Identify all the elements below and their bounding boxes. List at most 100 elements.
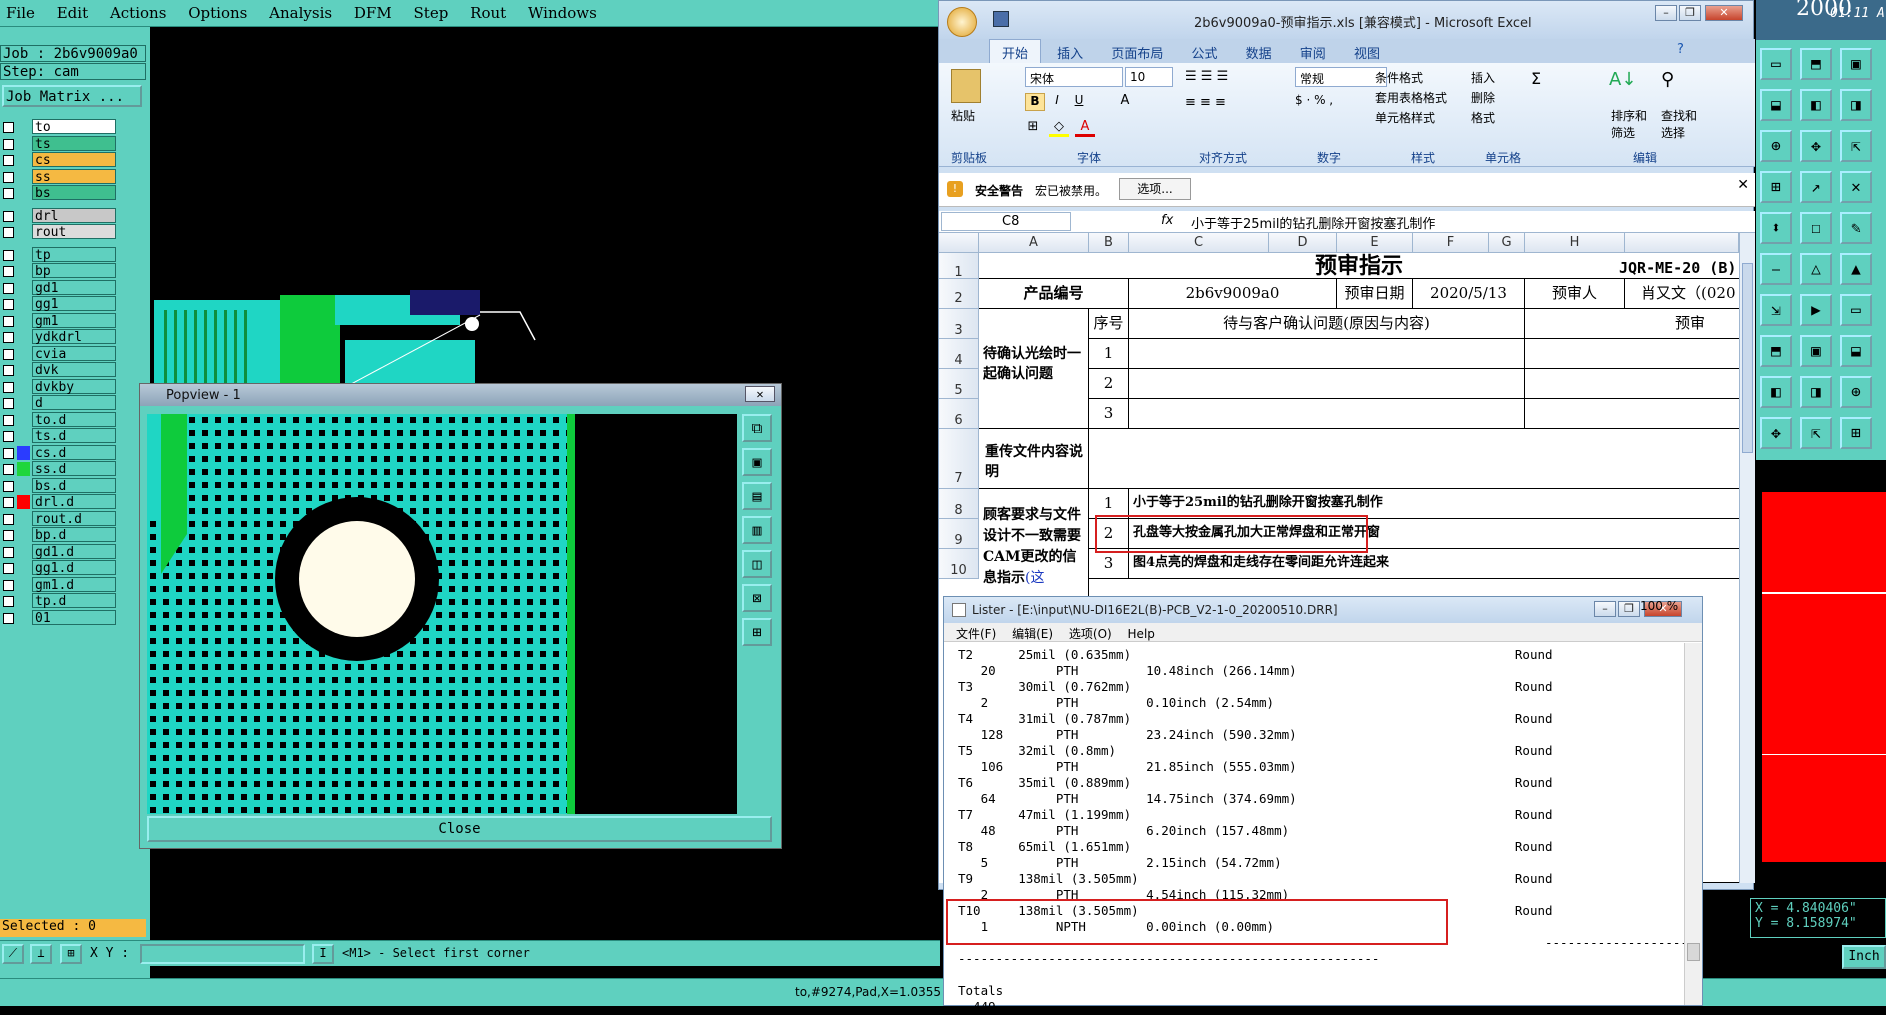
row-header[interactable]: 5 [939, 369, 979, 399]
layer-name[interactable]: rout [32, 224, 116, 240]
popview-tool-5-icon[interactable]: ◫ [742, 550, 772, 578]
layer-row[interactable]: ts [0, 135, 120, 152]
layer-checkbox[interactable] [3, 332, 14, 343]
layer-name[interactable]: dvkby [32, 378, 116, 395]
insert-cells-button[interactable]: 插入 [1471, 69, 1495, 86]
menu-rout[interactable]: Rout [464, 0, 514, 22]
underline-icon[interactable]: U [1069, 93, 1089, 111]
layer-row[interactable]: drl.d [0, 494, 120, 510]
row-header[interactable]: 1 [939, 253, 979, 280]
menu-file[interactable]: File [0, 0, 43, 22]
layer-row[interactable]: gd1 [0, 279, 120, 296]
cell-style-button[interactable]: 单元格样式 [1375, 109, 1435, 126]
popview-tool-3-icon[interactable]: ▤ [742, 482, 772, 510]
layer-row[interactable]: gm1 [0, 312, 120, 329]
layer-row[interactable]: gm1.d [0, 576, 120, 593]
tool-12-icon[interactable]: ✕ [1840, 171, 1872, 203]
reupload-label[interactable]: 重传文件内容说明 [979, 429, 1089, 489]
layer-name[interactable]: rout.d [32, 510, 116, 527]
lister-text[interactable]: T2 25mil (0.635mm) Round 20 PTH 10.48inc… [958, 647, 1688, 1014]
cursor-icon[interactable]: I [312, 944, 334, 964]
tab-data[interactable]: 数据 [1234, 40, 1284, 65]
review-cell[interactable] [1525, 369, 1739, 399]
layer-row[interactable]: to.d [0, 411, 120, 428]
format-cells-button[interactable]: 格式 [1471, 109, 1495, 126]
layer-checkbox[interactable] [3, 188, 14, 199]
review-header[interactable]: 预审 [1525, 309, 1739, 339]
number-format-select[interactable]: 常规 [1295, 67, 1387, 87]
col-header[interactable]: C [1129, 233, 1269, 253]
layer-name[interactable]: ts.d [32, 428, 116, 444]
lister-menu-file[interactable]: 文件(F) [956, 627, 996, 641]
cam-no-3[interactable]: 3 [1089, 549, 1129, 579]
font-size-select[interactable]: 10 [1125, 67, 1173, 87]
popview-tool-7-icon[interactable]: ⊞ [742, 618, 772, 646]
layer-row[interactable]: ss [0, 168, 120, 185]
tool-27-icon[interactable]: ⊕ [1840, 376, 1872, 408]
excel-minimize-icon[interactable]: – [1655, 5, 1677, 21]
menu-actions[interactable]: Actions [104, 0, 174, 22]
layer-name[interactable]: drl [32, 207, 116, 224]
lister-menu-help[interactable]: Help [1128, 627, 1155, 641]
layer-row[interactable]: bs.d [0, 477, 120, 494]
layer-name[interactable]: gm1.d [32, 576, 116, 593]
tool-13-icon[interactable]: ⬍ [1760, 212, 1792, 244]
save-icon[interactable] [993, 11, 1009, 27]
lister-titlebar[interactable]: Lister - [E:\input\NU-DI16E2L(B)-PCB_V2-… [944, 597, 1702, 623]
seq-header[interactable]: 序号 [1089, 309, 1129, 339]
layer-name[interactable]: bp [32, 263, 116, 279]
reviewer-label[interactable]: 预审人 [1525, 279, 1625, 309]
layer-name[interactable]: to [32, 119, 116, 135]
align-top-icons[interactable]: ☰ ☰ ☰ [1185, 69, 1265, 89]
tool-22-icon[interactable]: ⬒ [1760, 335, 1792, 367]
tab-insert[interactable]: 插入 [1045, 40, 1095, 65]
layer-checkbox[interactable] [3, 299, 14, 310]
row-header[interactable]: 4 [939, 339, 979, 369]
layer-row[interactable]: dvkby [0, 378, 120, 395]
grow-font-icon[interactable]: A [1115, 93, 1135, 111]
layer-checkbox[interactable] [3, 414, 14, 426]
name-box[interactable]: C8 [941, 212, 1071, 231]
layer-checkbox[interactable] [3, 398, 14, 409]
tool-25-icon[interactable]: ◧ [1760, 376, 1792, 408]
popview-close-icon[interactable]: ✕ [745, 386, 775, 402]
tool-8-icon[interactable]: ✥ [1800, 130, 1832, 162]
lister-menu-edit[interactable]: 编辑(E) [1012, 627, 1053, 641]
layer-row[interactable]: gd1.d [0, 543, 120, 560]
issue-cell[interactable] [1129, 369, 1525, 399]
layer-row[interactable]: gg1.d [0, 560, 120, 576]
excel-vscrollbar[interactable] [1739, 233, 1755, 883]
tool-24-icon[interactable]: ⬓ [1840, 335, 1872, 367]
snap-icon[interactable]: ⟋ [2, 944, 24, 964]
layer-checkbox[interactable] [3, 497, 14, 508]
formula-input[interactable]: 小于等于25mil的钻孔删除开窗按塞孔制作 [1185, 212, 1745, 232]
col-header[interactable]: H [1525, 233, 1625, 253]
seq-2[interactable]: 2 [1089, 369, 1129, 399]
tool-9-icon[interactable]: ⇱ [1840, 130, 1872, 162]
layer-row[interactable]: bs [0, 185, 120, 201]
layer-name[interactable]: tp.d [32, 593, 116, 609]
row-header[interactable]: 9 [939, 519, 979, 549]
review-cell[interactable] [1525, 339, 1739, 369]
excel-restore-icon[interactable]: ❐ [1679, 5, 1701, 21]
options-button[interactable]: 选项... [1119, 178, 1191, 200]
layer-checkbox[interactable] [3, 381, 14, 393]
lister-vscrollbar[interactable] [1684, 643, 1702, 1005]
layer-name[interactable]: dvk [32, 362, 116, 378]
layer-row[interactable]: cs.d [0, 444, 120, 461]
fx-icon[interactable]: fx [1161, 213, 1173, 228]
layer-row[interactable]: tp [0, 246, 120, 263]
layer-checkbox[interactable] [3, 210, 14, 222]
layer-checkbox[interactable] [3, 365, 14, 376]
tool-7-icon[interactable]: ⊕ [1760, 130, 1792, 162]
tool-15-icon[interactable]: ✎ [1840, 212, 1872, 244]
select-all-corner[interactable] [939, 233, 979, 253]
help-icon[interactable]: ? [1665, 39, 1696, 60]
popview-tool-2-icon[interactable]: ▣ [742, 448, 772, 476]
pending-label[interactable]: 待确认光绘时一起确认问题 [979, 309, 1089, 429]
borders-icon[interactable]: ⊞ [1023, 119, 1043, 137]
layer-name[interactable]: cs [32, 152, 116, 168]
popview-tool-6-icon[interactable]: ⊠ [742, 584, 772, 612]
layer-name[interactable]: bs [32, 185, 116, 201]
layer-name[interactable]: cvia [32, 345, 116, 362]
